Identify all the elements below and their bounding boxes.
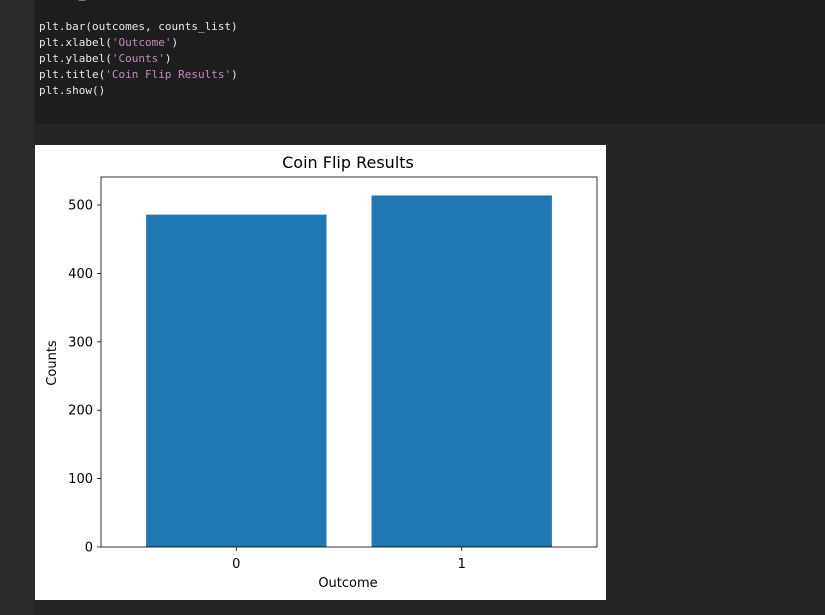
y-tick-label: 100 <box>68 472 93 487</box>
code-line: plt.show() <box>39 83 271 99</box>
bar-chart: Coin Flip Results 0 100 200 300 400 500 0 1 Out… <box>45 153 598 591</box>
y-tick-label: 300 <box>68 335 93 350</box>
y-tick-label: 0 <box>85 541 93 556</box>
bar <box>371 195 552 547</box>
cell-output: Coin Flip Results 0 100 200 300 400 500 0 1 Out… <box>35 145 606 600</box>
code-line: counts_list = list(counts.values()) <box>39 0 271 3</box>
code-line: plt.ylabel('Counts') <box>39 51 271 67</box>
code-line: plt.bar(outcomes, counts_list) <box>39 19 271 35</box>
code-token: list <box>132 0 159 1</box>
x-axis-label: Outcome <box>318 576 377 591</box>
y-tick-label: 400 <box>68 267 93 282</box>
y-axis-label: Counts <box>45 340 60 386</box>
cell-gutter <box>0 0 35 615</box>
x-tick-label: 0 <box>232 557 240 572</box>
code-token: ) <box>164 52 172 65</box>
y-tick-label: 200 <box>68 404 93 419</box>
code-token: ) <box>171 36 179 49</box>
x-tick-label: 1 <box>458 557 466 572</box>
y-tick-label: 500 <box>68 199 93 214</box>
code-token: plt.ylabel( <box>39 52 112 65</box>
code-token: 'Coin Flip Results' <box>105 68 232 81</box>
bar <box>146 214 327 547</box>
code-token: plt.show() <box>39 84 106 97</box>
code-token: 'Outcome' <box>111 36 172 49</box>
code-line: plt.title('Coin Flip Results') <box>39 67 271 83</box>
code-editor[interactable]: counts_list = list(counts.values()) plt.… <box>39 0 271 99</box>
code-token: counts_list = <box>39 0 132 1</box>
code-token: 'Counts' <box>111 52 165 65</box>
code-cell[interactable]: counts_list = list(counts.values()) plt.… <box>35 0 825 124</box>
code-line: plt.xlabel('Outcome') <box>39 35 271 51</box>
code-token: plt.xlabel( <box>39 36 112 49</box>
code-token: plt.title( <box>39 68 106 81</box>
code-token: plt.bar(outcomes, counts_list) <box>39 20 238 33</box>
chart-title: Coin Flip Results <box>282 153 414 172</box>
code-token: (counts.values()) <box>158 0 271 1</box>
code-token: ) <box>231 68 238 81</box>
